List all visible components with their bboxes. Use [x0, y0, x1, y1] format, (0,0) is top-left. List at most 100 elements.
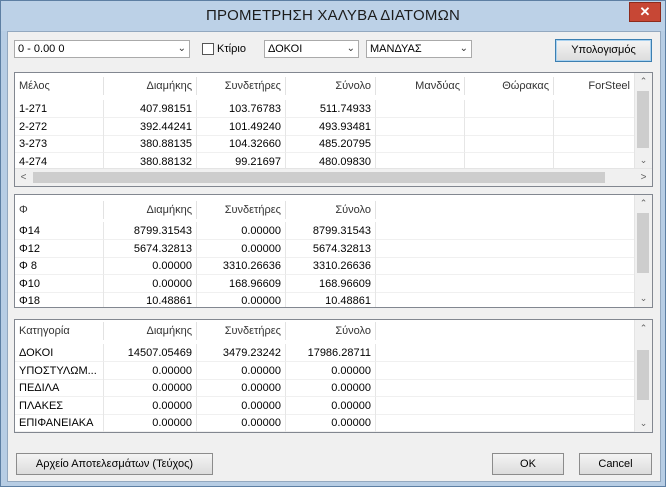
categories-column-header[interactable]: Συνδετήρες: [197, 322, 286, 340]
members-table-cell: 104.32660: [197, 135, 286, 153]
scroll-up-icon[interactable]: ⌃: [635, 320, 652, 337]
members-table-cell: 493.93481: [286, 117, 376, 136]
categories-vertical-scrollbar[interactable]: ⌃ ⌄: [634, 320, 652, 432]
diameters-table-cell: 3310.26636: [197, 257, 286, 275]
categories-table-cell: 0.00000: [104, 379, 197, 397]
diameters-table-cell: [376, 239, 635, 258]
close-button[interactable]: ✕: [629, 2, 661, 22]
chevron-down-icon: ⌄: [459, 43, 468, 54]
scroll-down-icon[interactable]: ⌄: [635, 290, 652, 307]
categories-table-cell: 0.00000: [197, 361, 286, 380]
members-horizontal-scrollbar[interactable]: < >: [15, 168, 652, 186]
diameters-column-header[interactable]: Διαμήκης: [104, 201, 197, 219]
diameters-table-cell: 5674.32813: [104, 239, 197, 258]
diameters-table-cell: 8799.31543: [104, 222, 197, 240]
diameters-table: Φ Διαμήκης Συνδετήρες Σύνολο Φ14 8799.31543 0.…: [14, 194, 653, 308]
members-table-row[interactable]: 2-272 392.44241 101.49240 493.93481: [15, 117, 635, 136]
categories-table-cell: 0.00000: [197, 379, 286, 397]
categories-vscroll-thumb[interactable]: [637, 350, 649, 400]
diameters-table-cell: Φ14: [15, 222, 104, 240]
diameters-table-cell: 3310.26636: [286, 257, 376, 275]
diameters-table-cell: 168.96609: [286, 274, 376, 293]
categories-column-header[interactable]: Σύνολο: [286, 322, 376, 340]
categories-table-cell: [376, 396, 635, 415]
members-column-header[interactable]: Συνδετήρες: [197, 77, 286, 95]
categories-column-header[interactable]: Διαμήκης: [104, 322, 197, 340]
scroll-down-icon[interactable]: ⌄: [635, 415, 652, 432]
members-column-header[interactable]: Διαμήκης: [104, 77, 197, 95]
categories-table-row[interactable]: ΠΕΔΙΛΑ 0.00000 0.00000 0.00000: [15, 379, 635, 397]
scroll-left-icon[interactable]: <: [15, 169, 32, 186]
members-column-header[interactable]: Σύνολο: [286, 77, 376, 95]
diameters-column-header[interactable]: Φ: [15, 201, 104, 219]
scroll-up-icon[interactable]: ⌃: [635, 195, 652, 212]
categories-table-cell: 3479.23242: [197, 344, 286, 362]
diameters-vscroll-thumb[interactable]: [637, 213, 649, 273]
categories-table-cell: 17986.28711: [286, 344, 376, 362]
members-table-cell: [376, 135, 465, 153]
diameters-table-cell: 10.48861: [104, 292, 197, 307]
diameters-table-cell: 8799.31543: [286, 222, 376, 240]
categories-table-row[interactable]: ΥΠΟΣΤΥΛΩΜ... 0.00000 0.00000 0.00000: [15, 361, 635, 380]
members-column-header[interactable]: Μέλος: [15, 77, 104, 95]
members-hscroll-thumb[interactable]: [33, 172, 605, 183]
members-column-header[interactable]: Θώρακας: [465, 77, 554, 95]
members-table-cell: [554, 100, 635, 118]
dialog-client-area: 0 - 0.00 0 ⌄ Κτίριο ΔΟΚΟΙ ⌄ ΜΑΝΔΥΑΣ ⌄ Υπ…: [7, 31, 661, 482]
categories-table-row[interactable]: ΠΛΑΚΕΣ 0.00000 0.00000 0.00000: [15, 396, 635, 415]
dialog-window: ΠΡΟΜΕΤΡΗΣΗ ΧΑΛΥΒΑ ΔΙΑΤΟΜΩΝ ✕ 0 - 0.00 0 …: [0, 0, 666, 487]
members-table-cell: 485.20795: [286, 135, 376, 153]
categories-table-row[interactable]: ΔΟΚΟΙ 14507.05469 3479.23242 17986.28711: [15, 344, 635, 362]
close-icon: ✕: [639, 4, 651, 19]
categories-table-cell: 0.00000: [197, 414, 286, 432]
diameters-table-row[interactable]: Φ14 8799.31543 0.00000 8799.31543: [15, 222, 635, 240]
categories-table-cell: ΠΛΑΚΕΣ: [15, 396, 104, 415]
members-column-header[interactable]: Μανδύας: [376, 77, 465, 95]
diameters-table-cell: [376, 292, 635, 307]
level-select[interactable]: 0 - 0.00 0 ⌄: [14, 40, 190, 58]
categories-column-header[interactable]: [376, 322, 635, 340]
categories-table-cell: 14507.05469: [104, 344, 197, 362]
diameters-vertical-scrollbar[interactable]: ⌃ ⌄: [634, 195, 652, 307]
diameters-table-row[interactable]: Φ18 10.48861 0.00000 10.48861: [15, 292, 635, 307]
members-column-header[interactable]: ForSteel: [554, 77, 635, 95]
categories-table-cell: 0.00000: [286, 396, 376, 415]
scroll-right-icon[interactable]: >: [635, 169, 652, 186]
building-checkbox[interactable]: [202, 43, 214, 55]
members-table-cell: [465, 135, 554, 153]
categories-table-row[interactable]: ΕΠΙΦΑΝΕΙΑΚΑ 0.00000 0.00000 0.00000: [15, 414, 635, 432]
scroll-up-icon[interactable]: ⌃: [635, 73, 652, 90]
cancel-button[interactable]: Cancel: [579, 453, 652, 475]
members-table-cell: [376, 117, 465, 136]
members-vertical-scrollbar[interactable]: ⌃ ⌄: [634, 73, 652, 169]
diameters-column-header[interactable]: Σύνολο: [286, 201, 376, 219]
title-bar[interactable]: ΠΡΟΜΕΤΡΗΣΗ ΧΑΛΥΒΑ ΔΙΑΤΟΜΩΝ ✕: [1, 1, 665, 31]
diameters-table-row[interactable]: Φ 8 0.00000 3310.26636 3310.26636: [15, 257, 635, 275]
members-table: Μέλος Διαμήκης Συνδετήρες Σύνολο Μανδύας Θώρα…: [14, 72, 653, 187]
results-file-button[interactable]: Αρχείο Αποτελεσμάτων (Τεύχος): [16, 453, 213, 475]
diameters-table-cell: 0.00000: [197, 222, 286, 240]
members-table-cell: [465, 100, 554, 118]
diameters-table-cell: Φ 8: [15, 257, 104, 275]
diameters-column-header[interactable]: Συνδετήρες: [197, 201, 286, 219]
diameters-table-row[interactable]: Φ12 5674.32813 0.00000 5674.32813: [15, 239, 635, 258]
members-vscroll-thumb[interactable]: [637, 91, 649, 148]
members-table-cell: 2-272: [15, 117, 104, 136]
scroll-down-icon[interactable]: ⌄: [635, 152, 652, 169]
members-table-cell: [554, 135, 635, 153]
diameters-table-cell: 0.00000: [197, 239, 286, 258]
ok-button[interactable]: OK: [492, 453, 564, 475]
categories-table: Κατηγορία Διαμήκης Συνδετήρες Σύνολο ΔΟΚΟΙ 14…: [14, 319, 653, 433]
categories-column-header[interactable]: Κατηγορία: [15, 322, 104, 340]
categories-table-cell: 0.00000: [197, 396, 286, 415]
members-table-cell: 392.44241: [104, 117, 197, 136]
diameters-column-header[interactable]: [376, 201, 635, 219]
level-select-value: 0 - 0.00 0: [18, 43, 65, 55]
category-select[interactable]: ΜΑΝΔΥΑΣ ⌄: [366, 40, 472, 58]
element-type-select[interactable]: ΔΟΚΟΙ ⌄: [264, 40, 359, 58]
calculate-button[interactable]: Υπολογισμός: [555, 39, 652, 62]
members-table-row[interactable]: 1-271 407.98151 103.76783 511.74933: [15, 100, 635, 118]
diameters-table-row[interactable]: Φ10 0.00000 168.96609 168.96609: [15, 274, 635, 293]
members-table-cell: 1-271: [15, 100, 104, 118]
members-table-row[interactable]: 3-273 380.88135 104.32660 485.20795: [15, 135, 635, 153]
